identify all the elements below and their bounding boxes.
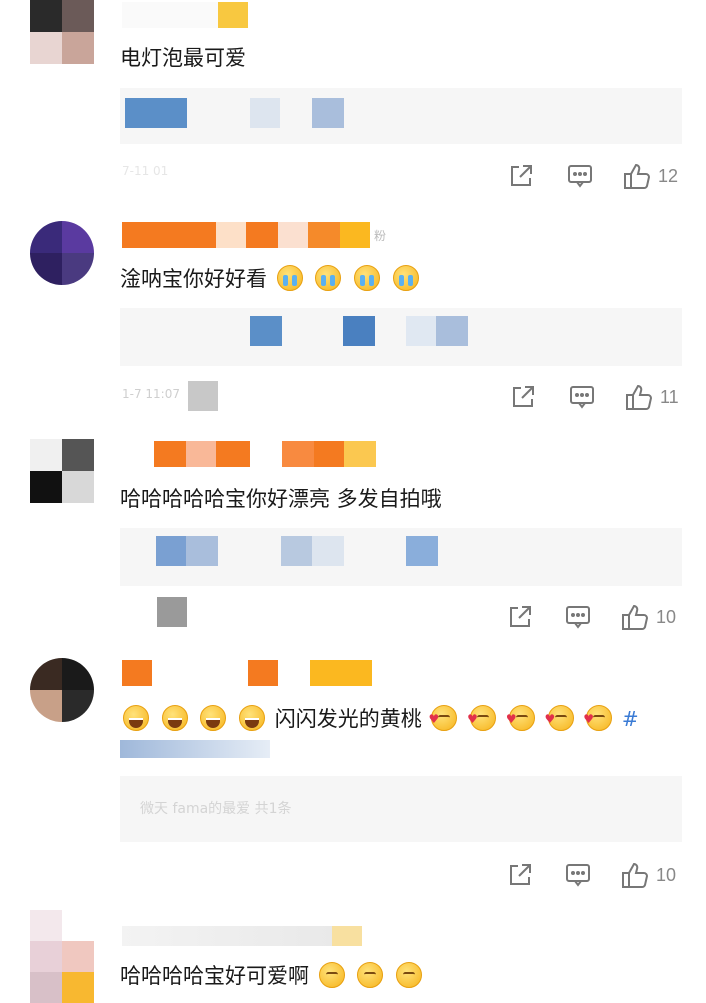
like-button[interactable]: 12 [622, 159, 678, 193]
comment-text: 淦呐宝你好好看 [120, 264, 422, 294]
laughing-emoji-icon [200, 705, 227, 731]
laughing-emoji-icon [123, 705, 149, 731]
love-emoji-icon [467, 704, 497, 734]
love-emoji-icon [428, 704, 458, 734]
like-count: 10 [656, 606, 677, 627]
nickname-obscured[interactable] [122, 926, 362, 946]
nickname-obscured[interactable] [122, 441, 376, 467]
thumbs-up-icon [624, 163, 651, 189]
share-icon [510, 606, 531, 627]
like-button[interactable]: 11 [624, 380, 679, 414]
reply-button[interactable] [564, 858, 592, 892]
comment-icon [566, 606, 590, 629]
nickname-obscured[interactable]: 粉 [122, 222, 386, 248]
comment-actions: 11 [0, 380, 706, 414]
kiss-emoji-icon [357, 962, 384, 988]
love-emoji-icon [545, 704, 574, 734]
share-button[interactable] [508, 159, 534, 193]
like-count: 10 [656, 864, 677, 885]
comment-text: 闪闪发光的黄桃 # [120, 704, 639, 734]
share-icon [510, 864, 531, 885]
share-icon [511, 165, 532, 186]
comment-text: 电灯泡最可爱 [120, 46, 246, 70]
hashtag-link[interactable]: # [622, 707, 639, 731]
reply-button[interactable] [568, 380, 596, 414]
crying-emoji-icon [315, 265, 342, 291]
comment-text: 哈哈哈哈宝好可爱啊 [120, 961, 425, 991]
love-emoji-icon [506, 704, 535, 734]
reply-button[interactable] [566, 159, 594, 193]
love-emoji-icon [583, 704, 613, 734]
share-button[interactable] [507, 858, 533, 892]
reply-button[interactable] [564, 600, 592, 634]
laughing-emoji-icon [239, 705, 266, 731]
reply-preview[interactable]: 微天 fama的最爱 共1条 [120, 776, 682, 842]
avatar[interactable] [30, 910, 94, 1003]
nickname-obscured[interactable] [122, 660, 372, 686]
text-overflow-obscured [120, 740, 270, 758]
comment-text: 哈哈哈哈哈宝你好漂亮 多发自拍哦 [120, 487, 442, 511]
like-button[interactable]: 10 [620, 600, 676, 634]
crying-emoji-icon [354, 265, 381, 291]
thumbs-up-icon [622, 862, 649, 888]
like-count: 11 [660, 386, 679, 407]
share-button[interactable] [510, 380, 536, 414]
avatar[interactable] [30, 439, 94, 503]
comment-icon [570, 386, 594, 409]
laughing-emoji-icon [161, 705, 188, 731]
reply-summary: 微天 fama的最爱 共1条 [140, 801, 292, 817]
thumbs-up-icon [626, 384, 653, 410]
share-icon [513, 386, 534, 407]
share-button[interactable] [507, 600, 533, 634]
comment-icon [568, 165, 592, 188]
like-count: 12 [658, 165, 679, 186]
avatar[interactable] [30, 0, 94, 64]
thumbs-up-icon [622, 604, 649, 630]
comment-actions: 12 [0, 159, 706, 193]
kiss-emoji-icon [318, 962, 345, 988]
avatar[interactable] [30, 658, 94, 722]
reply-preview[interactable] [120, 88, 682, 144]
reply-preview[interactable] [120, 528, 682, 586]
nickname-obscured[interactable] [122, 2, 248, 28]
kiss-emoji-icon [396, 962, 423, 988]
avatar[interactable] [30, 221, 94, 285]
crying-emoji-icon [392, 265, 419, 291]
reply-preview[interactable] [120, 308, 682, 366]
like-button[interactable]: 10 [620, 858, 676, 892]
crying-emoji-icon [276, 265, 303, 291]
comment-icon [566, 864, 590, 887]
comment-actions: 10 [0, 858, 706, 892]
fan-badge: 粉 [374, 228, 387, 243]
comment-actions: 10 [0, 600, 706, 634]
